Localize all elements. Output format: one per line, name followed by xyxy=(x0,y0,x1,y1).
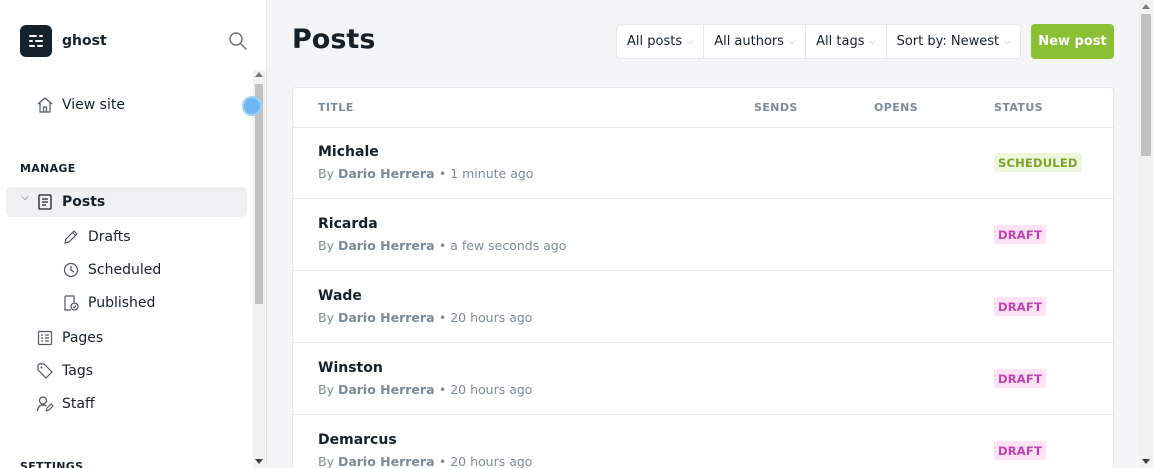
scroll-up-icon[interactable] xyxy=(255,72,263,77)
table-row[interactable]: Winston By Dario Herrera • 20 hours ago … xyxy=(293,343,1113,415)
chevron-down-icon: ⌵ xyxy=(1004,36,1011,46)
filter-all-authors[interactable]: All authors ⌵ xyxy=(704,25,807,58)
sidebar-item-view-site[interactable]: View site xyxy=(36,96,125,114)
post-meta: By Dario Herrera • 20 hours ago xyxy=(318,454,532,468)
column-title: TITLE xyxy=(318,101,354,114)
table-row[interactable]: Wade By Dario Herrera • 20 hours ago DRA… xyxy=(293,271,1113,343)
posts-collapse-toggle[interactable] xyxy=(20,193,34,203)
post-author: Dario Herrera xyxy=(337,454,439,468)
pencil-icon xyxy=(64,230,78,244)
clock-icon xyxy=(63,262,79,278)
by-label: By xyxy=(318,238,338,253)
sidebar-item-pages[interactable]: Pages xyxy=(36,329,103,347)
post-author: Dario Herrera xyxy=(337,238,439,253)
new-post-button[interactable]: New post xyxy=(1031,24,1114,59)
column-opens: OPENS xyxy=(874,101,919,114)
post-title: Wade xyxy=(318,288,362,304)
filter-label: All tags xyxy=(816,34,865,49)
post-time: • 1 minute ago xyxy=(438,166,534,181)
post-author: Dario Herrera xyxy=(337,310,439,325)
filter-all-posts[interactable]: All posts ⌵ xyxy=(617,25,705,58)
sidebar-item-label: Scheduled xyxy=(88,262,162,278)
sidebar-item-label: Staff xyxy=(62,396,95,412)
scroll-up-icon[interactable] xyxy=(1142,4,1150,9)
status-badge: DRAFT xyxy=(994,369,1047,388)
sidebar: ghost View site MANAGE Posts Drafts Sche… xyxy=(0,0,267,468)
scrollbar-thumb[interactable] xyxy=(255,84,263,304)
table-header: TITLE SENDS OPENS STATUS xyxy=(293,88,1113,128)
scroll-down-icon[interactable] xyxy=(255,459,263,464)
posts-table: TITLE SENDS OPENS STATUS Michale By Dari… xyxy=(292,87,1114,468)
filter-label: All posts xyxy=(627,34,683,49)
main-scrollbar[interactable] xyxy=(1139,0,1153,468)
chevron-down-icon: ⌵ xyxy=(869,36,876,46)
sidebar-item-label: Posts xyxy=(62,194,106,210)
column-status: STATUS xyxy=(994,101,1043,114)
post-meta: By Dario Herrera • 1 minute ago xyxy=(318,166,533,181)
by-label: By xyxy=(318,454,338,468)
sidebar-item-published[interactable]: Published xyxy=(62,294,155,312)
by-label: By xyxy=(318,166,338,181)
sidebar-item-tags[interactable]: Tags xyxy=(36,362,93,380)
filter-label: All authors xyxy=(714,34,785,49)
table-row[interactable]: Michale By Dario Herrera • 1 minute ago … xyxy=(293,127,1113,199)
cursor-indicator xyxy=(242,96,262,116)
manage-section-label: MANAGE xyxy=(20,162,76,175)
published-icon xyxy=(64,295,79,311)
search-icon[interactable] xyxy=(228,31,248,51)
status-badge: DRAFT xyxy=(994,225,1047,244)
sidebar-scrollbar[interactable] xyxy=(253,70,265,468)
brand-name: ghost xyxy=(62,33,107,49)
post-meta: By Dario Herrera • a few seconds ago xyxy=(318,238,566,253)
post-author: Dario Herrera xyxy=(337,382,439,397)
status-badge: DRAFT xyxy=(994,297,1047,316)
post-meta: By Dario Herrera • 20 hours ago xyxy=(318,382,532,397)
scroll-down-icon[interactable] xyxy=(1142,459,1150,464)
sidebar-item-label: View site xyxy=(62,97,125,113)
table-row[interactable]: Ricarda By Dario Herrera • a few seconds… xyxy=(293,199,1113,271)
post-title: Winston xyxy=(318,360,383,376)
sort-dropdown[interactable]: Sort by: Newest ⌵ xyxy=(887,25,1021,58)
column-sends: SENDS xyxy=(754,101,798,114)
pages-icon xyxy=(37,330,53,346)
tag-icon xyxy=(37,363,53,379)
chevron-down-icon xyxy=(21,196,29,201)
post-time: • a few seconds ago xyxy=(438,238,567,253)
chevron-down-icon: ⌵ xyxy=(687,36,694,46)
staff-icon xyxy=(36,396,54,412)
settings-section-label: SETTINGS xyxy=(20,460,84,468)
filter-label: Sort by: Newest xyxy=(896,34,1000,49)
chevron-down-icon: ⌵ xyxy=(789,36,796,46)
sidebar-item-posts[interactable]: Posts xyxy=(36,193,105,211)
sidebar-item-drafts[interactable]: Drafts xyxy=(62,228,131,246)
post-meta: By Dario Herrera • 20 hours ago xyxy=(318,310,532,325)
ghost-logo-icon xyxy=(20,25,52,57)
sidebar-item-label: Published xyxy=(88,295,156,311)
sidebar-item-staff[interactable]: Staff xyxy=(36,395,95,413)
scrollbar-thumb[interactable] xyxy=(1141,14,1151,156)
home-icon xyxy=(37,97,53,113)
filter-all-tags[interactable]: All tags ⌵ xyxy=(806,25,887,58)
post-title: Demarcus xyxy=(318,432,397,448)
sidebar-item-label: Drafts xyxy=(88,229,131,245)
post-time: • 20 hours ago xyxy=(438,310,533,325)
page-title: Posts xyxy=(292,24,376,55)
status-badge: SCHEDULED xyxy=(994,153,1082,172)
sidebar-item-scheduled[interactable]: Scheduled xyxy=(62,261,161,279)
table-row[interactable]: Demarcus By Dario Herrera • 20 hours ago… xyxy=(293,415,1113,468)
status-badge: DRAFT xyxy=(994,441,1047,460)
post-time: • 20 hours ago xyxy=(438,454,533,468)
post-author: Dario Herrera xyxy=(337,166,439,181)
sidebar-item-label: Tags xyxy=(62,363,93,379)
filter-bar: All posts ⌵ All authors ⌵ All tags ⌵ Sor… xyxy=(616,24,1022,59)
post-time: • 20 hours ago xyxy=(438,382,533,397)
posts-icon xyxy=(38,194,52,210)
by-label: By xyxy=(318,382,338,397)
by-label: By xyxy=(318,310,338,325)
sidebar-item-label: Pages xyxy=(62,330,104,346)
brand[interactable]: ghost xyxy=(20,25,107,57)
post-title: Ricarda xyxy=(318,216,378,232)
post-title: Michale xyxy=(318,144,379,160)
